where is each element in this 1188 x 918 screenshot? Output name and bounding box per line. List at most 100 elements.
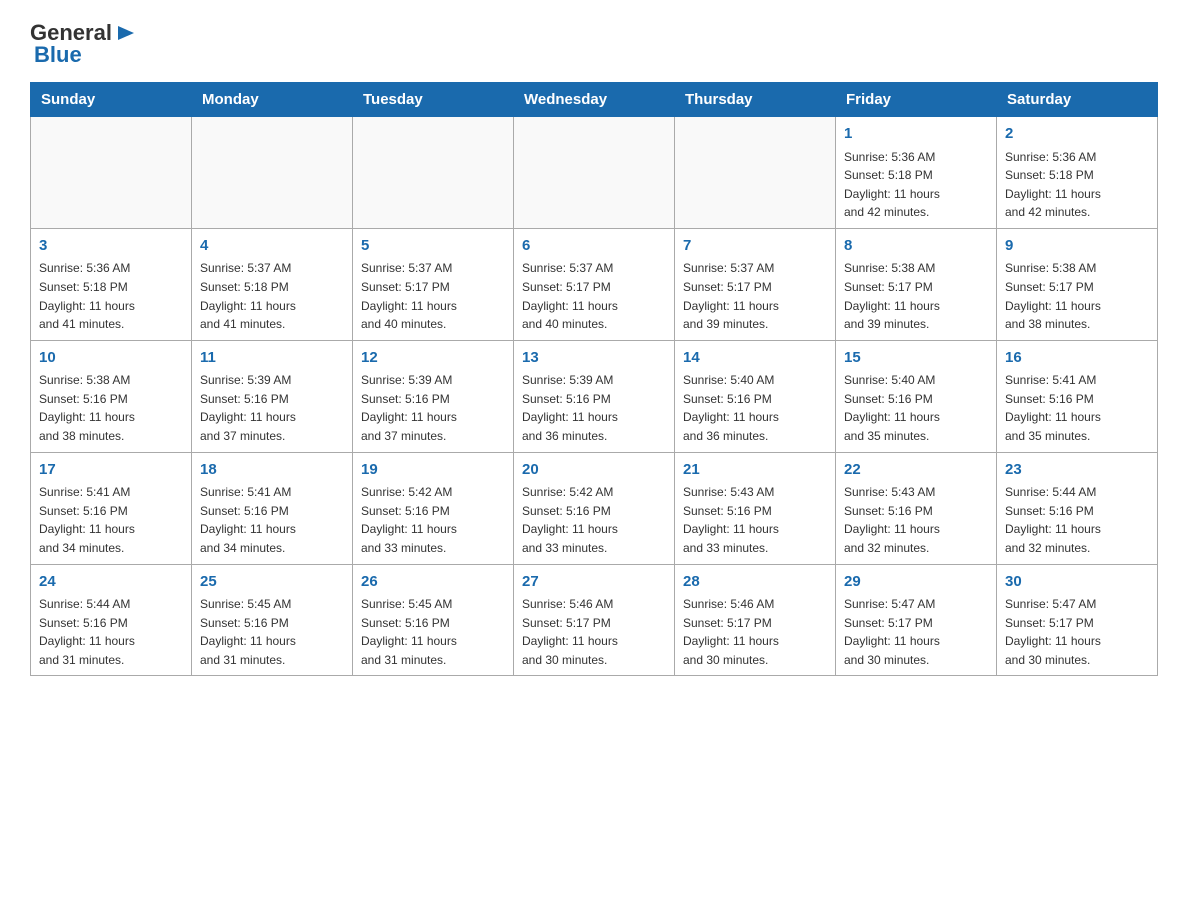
day-number: 2 [1005, 123, 1149, 146]
day-info: Sunrise: 5:41 AM Sunset: 5:16 PM Dayligh… [200, 483, 344, 557]
week-row-4: 17Sunrise: 5:41 AM Sunset: 5:16 PM Dayli… [31, 452, 1158, 564]
day-info: Sunrise: 5:44 AM Sunset: 5:16 PM Dayligh… [1005, 483, 1149, 557]
calendar-cell: 22Sunrise: 5:43 AM Sunset: 5:16 PM Dayli… [836, 452, 997, 564]
day-header-tuesday: Tuesday [353, 83, 514, 117]
week-row-1: 1Sunrise: 5:36 AM Sunset: 5:18 PM Daylig… [31, 117, 1158, 229]
calendar-cell: 24Sunrise: 5:44 AM Sunset: 5:16 PM Dayli… [31, 564, 192, 676]
day-number: 3 [39, 235, 183, 258]
day-info: Sunrise: 5:41 AM Sunset: 5:16 PM Dayligh… [39, 483, 183, 557]
calendar-cell: 15Sunrise: 5:40 AM Sunset: 5:16 PM Dayli… [836, 340, 997, 452]
day-info: Sunrise: 5:36 AM Sunset: 5:18 PM Dayligh… [39, 259, 183, 333]
calendar-cell: 27Sunrise: 5:46 AM Sunset: 5:17 PM Dayli… [514, 564, 675, 676]
calendar-cell: 4Sunrise: 5:37 AM Sunset: 5:18 PM Daylig… [192, 228, 353, 340]
day-number: 9 [1005, 235, 1149, 258]
day-number: 8 [844, 235, 988, 258]
day-info: Sunrise: 5:46 AM Sunset: 5:17 PM Dayligh… [683, 595, 827, 669]
day-number: 22 [844, 459, 988, 482]
calendar-cell: 29Sunrise: 5:47 AM Sunset: 5:17 PM Dayli… [836, 564, 997, 676]
calendar-cell: 9Sunrise: 5:38 AM Sunset: 5:17 PM Daylig… [997, 228, 1158, 340]
day-number: 5 [361, 235, 505, 258]
calendar-cell: 11Sunrise: 5:39 AM Sunset: 5:16 PM Dayli… [192, 340, 353, 452]
calendar-cell: 7Sunrise: 5:37 AM Sunset: 5:17 PM Daylig… [675, 228, 836, 340]
logo-blue-text: Blue [34, 42, 82, 68]
day-number: 20 [522, 459, 666, 482]
day-info: Sunrise: 5:37 AM Sunset: 5:18 PM Dayligh… [200, 259, 344, 333]
day-header-friday: Friday [836, 83, 997, 117]
day-header-sunday: Sunday [31, 83, 192, 117]
day-number: 24 [39, 571, 183, 594]
calendar-cell: 6Sunrise: 5:37 AM Sunset: 5:17 PM Daylig… [514, 228, 675, 340]
day-number: 23 [1005, 459, 1149, 482]
calendar-cell: 20Sunrise: 5:42 AM Sunset: 5:16 PM Dayli… [514, 452, 675, 564]
day-info: Sunrise: 5:39 AM Sunset: 5:16 PM Dayligh… [522, 371, 666, 445]
calendar-cell: 25Sunrise: 5:45 AM Sunset: 5:16 PM Dayli… [192, 564, 353, 676]
calendar-cell [192, 117, 353, 229]
calendar-cell: 21Sunrise: 5:43 AM Sunset: 5:16 PM Dayli… [675, 452, 836, 564]
day-number: 19 [361, 459, 505, 482]
calendar-cell: 28Sunrise: 5:46 AM Sunset: 5:17 PM Dayli… [675, 564, 836, 676]
day-number: 18 [200, 459, 344, 482]
day-header-thursday: Thursday [675, 83, 836, 117]
week-row-5: 24Sunrise: 5:44 AM Sunset: 5:16 PM Dayli… [31, 564, 1158, 676]
day-info: Sunrise: 5:40 AM Sunset: 5:16 PM Dayligh… [683, 371, 827, 445]
calendar-cell: 17Sunrise: 5:41 AM Sunset: 5:16 PM Dayli… [31, 452, 192, 564]
day-info: Sunrise: 5:42 AM Sunset: 5:16 PM Dayligh… [361, 483, 505, 557]
calendar-body: 1Sunrise: 5:36 AM Sunset: 5:18 PM Daylig… [31, 117, 1158, 676]
logo: General Blue [30, 20, 136, 68]
day-info: Sunrise: 5:45 AM Sunset: 5:16 PM Dayligh… [200, 595, 344, 669]
day-number: 14 [683, 347, 827, 370]
day-info: Sunrise: 5:47 AM Sunset: 5:17 PM Dayligh… [1005, 595, 1149, 669]
day-info: Sunrise: 5:46 AM Sunset: 5:17 PM Dayligh… [522, 595, 666, 669]
day-number: 7 [683, 235, 827, 258]
day-info: Sunrise: 5:43 AM Sunset: 5:16 PM Dayligh… [683, 483, 827, 557]
day-header-saturday: Saturday [997, 83, 1158, 117]
day-number: 12 [361, 347, 505, 370]
calendar-cell: 16Sunrise: 5:41 AM Sunset: 5:16 PM Dayli… [997, 340, 1158, 452]
day-info: Sunrise: 5:47 AM Sunset: 5:17 PM Dayligh… [844, 595, 988, 669]
day-number: 26 [361, 571, 505, 594]
calendar-cell: 13Sunrise: 5:39 AM Sunset: 5:16 PM Dayli… [514, 340, 675, 452]
day-info: Sunrise: 5:42 AM Sunset: 5:16 PM Dayligh… [522, 483, 666, 557]
calendar-cell: 30Sunrise: 5:47 AM Sunset: 5:17 PM Dayli… [997, 564, 1158, 676]
day-info: Sunrise: 5:45 AM Sunset: 5:16 PM Dayligh… [361, 595, 505, 669]
day-number: 27 [522, 571, 666, 594]
calendar-cell [353, 117, 514, 229]
day-number: 29 [844, 571, 988, 594]
week-row-3: 10Sunrise: 5:38 AM Sunset: 5:16 PM Dayli… [31, 340, 1158, 452]
day-info: Sunrise: 5:38 AM Sunset: 5:17 PM Dayligh… [844, 259, 988, 333]
header-row: SundayMondayTuesdayWednesdayThursdayFrid… [31, 83, 1158, 117]
day-info: Sunrise: 5:37 AM Sunset: 5:17 PM Dayligh… [683, 259, 827, 333]
day-number: 6 [522, 235, 666, 258]
calendar-cell [31, 117, 192, 229]
calendar-cell: 18Sunrise: 5:41 AM Sunset: 5:16 PM Dayli… [192, 452, 353, 564]
day-info: Sunrise: 5:44 AM Sunset: 5:16 PM Dayligh… [39, 595, 183, 669]
day-info: Sunrise: 5:39 AM Sunset: 5:16 PM Dayligh… [361, 371, 505, 445]
day-info: Sunrise: 5:38 AM Sunset: 5:16 PM Dayligh… [39, 371, 183, 445]
day-info: Sunrise: 5:37 AM Sunset: 5:17 PM Dayligh… [361, 259, 505, 333]
calendar-cell: 3Sunrise: 5:36 AM Sunset: 5:18 PM Daylig… [31, 228, 192, 340]
calendar-cell [514, 117, 675, 229]
day-header-wednesday: Wednesday [514, 83, 675, 117]
day-number: 16 [1005, 347, 1149, 370]
day-number: 30 [1005, 571, 1149, 594]
day-info: Sunrise: 5:40 AM Sunset: 5:16 PM Dayligh… [844, 371, 988, 445]
calendar-cell: 12Sunrise: 5:39 AM Sunset: 5:16 PM Dayli… [353, 340, 514, 452]
day-header-monday: Monday [192, 83, 353, 117]
day-number: 15 [844, 347, 988, 370]
calendar-cell [675, 117, 836, 229]
calendar-cell: 23Sunrise: 5:44 AM Sunset: 5:16 PM Dayli… [997, 452, 1158, 564]
calendar-cell: 19Sunrise: 5:42 AM Sunset: 5:16 PM Dayli… [353, 452, 514, 564]
day-number: 10 [39, 347, 183, 370]
day-number: 4 [200, 235, 344, 258]
calendar-cell: 8Sunrise: 5:38 AM Sunset: 5:17 PM Daylig… [836, 228, 997, 340]
calendar-cell: 5Sunrise: 5:37 AM Sunset: 5:17 PM Daylig… [353, 228, 514, 340]
day-info: Sunrise: 5:36 AM Sunset: 5:18 PM Dayligh… [844, 148, 988, 222]
calendar-header: SundayMondayTuesdayWednesdayThursdayFrid… [31, 83, 1158, 117]
calendar-table: SundayMondayTuesdayWednesdayThursdayFrid… [30, 82, 1158, 676]
day-info: Sunrise: 5:43 AM Sunset: 5:16 PM Dayligh… [844, 483, 988, 557]
day-info: Sunrise: 5:36 AM Sunset: 5:18 PM Dayligh… [1005, 148, 1149, 222]
day-number: 13 [522, 347, 666, 370]
week-row-2: 3Sunrise: 5:36 AM Sunset: 5:18 PM Daylig… [31, 228, 1158, 340]
calendar-cell: 2Sunrise: 5:36 AM Sunset: 5:18 PM Daylig… [997, 117, 1158, 229]
day-number: 25 [200, 571, 344, 594]
